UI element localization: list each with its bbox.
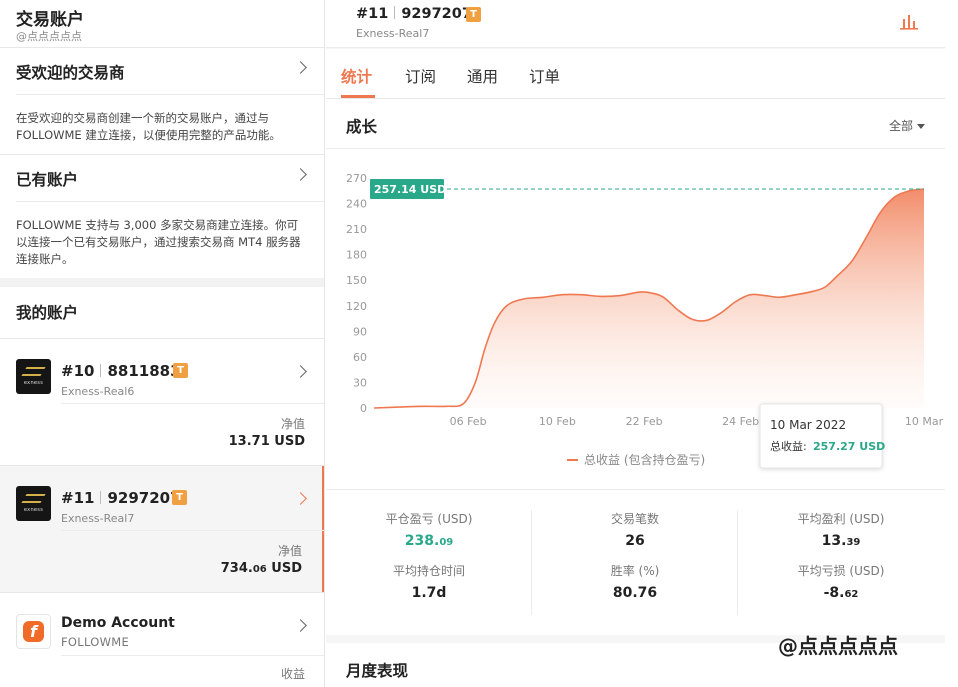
watermark: @点点点点点 (778, 634, 898, 658)
tooltip-label: 总收益: (770, 439, 807, 453)
divider (61, 403, 324, 404)
page-title: 交易账户 (16, 10, 84, 30)
legend-label: 总收益 (包含持仓盈亏) (584, 452, 705, 467)
my-accounts-header: 我的账户 (0, 288, 324, 334)
popular-broker-title: 受欢迎的交易商 (16, 64, 125, 82)
divider (61, 655, 324, 656)
y-tick-label: 180 (346, 249, 367, 262)
stat-avg-profit: 平均盈利 (USD) 13.39 (797, 512, 885, 549)
active-tab-indicator (341, 95, 375, 98)
tab-general[interactable]: 通用 (467, 65, 498, 87)
chevron-down-icon (917, 124, 925, 129)
current-value-marker: 257.14 USD (370, 178, 446, 199)
stat-avg-hold-time: 平均持仓时间 1.7d (392, 564, 465, 601)
trader-badge: T (173, 363, 188, 378)
equity-value: 13.71 USD (228, 434, 305, 449)
stat-avg-loss: 平均亏损 (USD) -8.62 (797, 564, 885, 601)
stat-closed-pnl: 平仓盈亏 (USD) 238.09 (385, 512, 473, 549)
tab-orders[interactable]: 订单 (529, 65, 560, 87)
account-number: #10 8811883 (61, 362, 181, 380)
account-number: #11 9297207 (356, 6, 472, 22)
exness-logo: exness (16, 486, 51, 521)
exness-logo: exness (16, 359, 51, 394)
range-filter-dropdown[interactable]: 全部 (889, 117, 925, 134)
y-tick-label: 90 (353, 325, 367, 338)
stat-win-rate: 胜率 (%) 80.76 (610, 564, 660, 601)
trader-badge: T (466, 7, 481, 22)
stats-panel: 平仓盈亏 (USD) 238.09 交易笔数 26 平均盈利 (USD) 13.… (326, 490, 945, 635)
x-tick-label: 24 Feb (722, 415, 759, 428)
growth-area (374, 189, 924, 408)
y-tick-label: 150 (346, 274, 367, 287)
y-tick-label: 60 (353, 351, 367, 364)
chevron-right-icon (294, 365, 307, 378)
monthly-title: 月度表现 (346, 662, 409, 680)
return-label: 收益 (280, 667, 305, 681)
y-tick-label: 120 (346, 300, 367, 313)
bar-chart-icon[interactable] (899, 13, 919, 30)
chevron-right-icon (294, 492, 307, 505)
y-tick-label: 210 (346, 223, 367, 236)
account-number: #11 9297207 (61, 489, 181, 507)
divider (61, 530, 324, 531)
y-tick-label: 240 (346, 198, 367, 211)
trader-badge: T (172, 490, 187, 505)
x-tick-label: 06 Feb (450, 415, 487, 428)
chevron-right-icon (294, 168, 307, 181)
y-tick-label: 270 (346, 172, 367, 185)
detail-tabs: 统计 订阅 通用 订单 (326, 49, 945, 99)
existing-account-row[interactable]: 已有账户 (0, 155, 324, 201)
equity-label: 净值 (277, 544, 302, 558)
existing-account-description: FOLLOWME 支持与 3,000 多家交易商建立连接。你可以连接一个已有交易… (16, 218, 301, 266)
account-sidebar: 交易账户 @点点点点点 受欢迎的交易商 在受欢迎的交易商创建一个新的交易账户，通… (0, 0, 325, 687)
broker-server: Exness-Real6 (61, 385, 135, 398)
svg-text:257.14 USD: 257.14 USD (374, 183, 446, 196)
sidebar-header: 交易账户 @点点点点点 (0, 0, 324, 48)
equity-label: 净值 (280, 417, 305, 431)
tab-statistics[interactable]: 统计 (341, 65, 372, 87)
my-accounts-title: 我的账户 (16, 304, 79, 322)
broker-server: Exness-Real7 (61, 512, 135, 525)
chevron-right-icon (294, 619, 307, 632)
section-separator (0, 278, 324, 287)
growth-title: 成长 (346, 118, 378, 136)
x-tick-label: 10 Feb (539, 415, 576, 428)
chart-tooltip (759, 403, 883, 469)
account-detail: #11 9297207 T Exness-Real7 统计 订阅 通用 订单 成长… (326, 0, 945, 687)
divider (16, 201, 324, 202)
x-tick-label: 22 Feb (626, 415, 663, 428)
account-provider: FOLLOWME (61, 635, 130, 649)
account-item-demo[interactable]: f Demo Account FOLLOWME 收益 (0, 593, 324, 687)
stat-trade-count: 交易笔数 26 (610, 512, 659, 549)
equity-value: 734.06 USD (220, 561, 302, 576)
chevron-right-icon (294, 61, 307, 74)
y-tick-label: 30 (353, 376, 367, 389)
tooltip-value: 257.27 USD (813, 440, 885, 453)
tooltip-date: 10 Mar 2022 (770, 418, 846, 432)
existing-account-title: 已有账户 (16, 171, 79, 189)
growth-card: 成长 全部 0 30 60 90 120 150 180 210 240 270 06 Feb 10… (326, 99, 945, 490)
x-tick-label: 10 Mar (905, 415, 944, 428)
growth-chart[interactable]: 0 30 60 90 120 150 180 210 240 270 06 Feb 10 Feb 22… (326, 149, 945, 489)
y-tick-label: 0 (360, 402, 367, 415)
tab-subscriptions[interactable]: 订阅 (405, 65, 436, 87)
username: @点点点点点 (16, 30, 82, 43)
popular-broker-description: 在受欢迎的交易商创建一个新的交易账户，通过与 FOLLOWME 建立连接，以便使… (16, 111, 281, 142)
divider (16, 94, 324, 95)
popular-broker-row[interactable]: 受欢迎的交易商 (0, 48, 324, 94)
followme-logo: f (16, 614, 51, 649)
account-item-11[interactable]: exness #11 9297207 T Exness-Real7 净值 734.… (0, 466, 324, 592)
detail-header: #11 9297207 T Exness-Real7 (326, 0, 945, 48)
account-name: Demo Account (61, 615, 175, 631)
broker-server: Exness-Real7 (356, 27, 430, 40)
account-item-10[interactable]: exness #10 8811883 T Exness-Real6 净值 13.7… (0, 339, 324, 465)
